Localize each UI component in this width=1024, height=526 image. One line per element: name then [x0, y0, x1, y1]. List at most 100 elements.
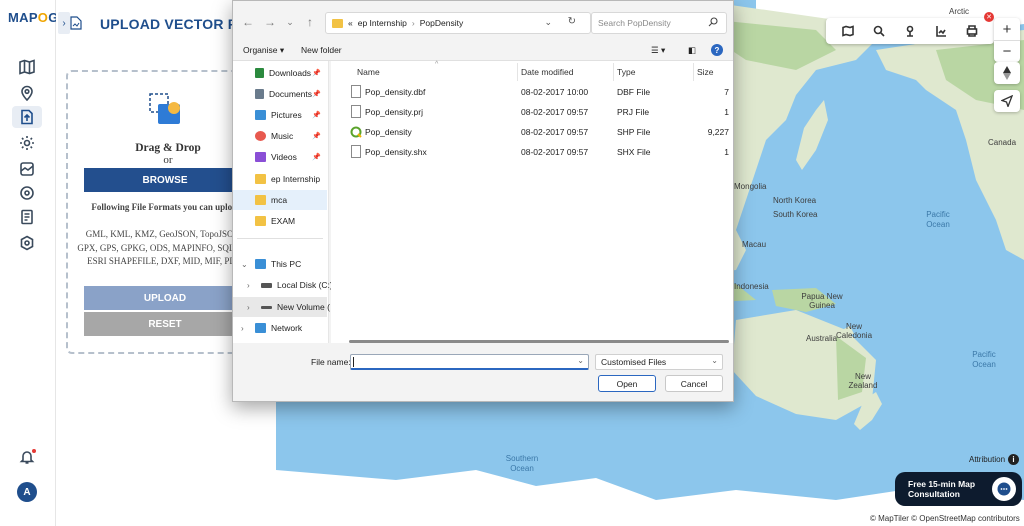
file-type: DBF File: [617, 87, 651, 97]
address-dropdown-icon[interactable]: ⌄: [544, 17, 552, 28]
breadcrumb-item-ep-internship[interactable]: ep Internship: [358, 18, 407, 28]
nav-item-downloads[interactable]: Downloads 📌: [233, 63, 327, 83]
nav-item-exam[interactable]: EXAM: [233, 211, 327, 231]
column-divider[interactable]: [693, 63, 694, 81]
view-options-icon[interactable]: ☰ ▾: [651, 45, 665, 56]
file-name-input[interactable]: ⌄: [350, 354, 589, 370]
search-input[interactable]: Search PopDensity: [591, 12, 727, 34]
compass-icon[interactable]: [994, 62, 1020, 84]
column-header-size[interactable]: Size: [697, 67, 714, 77]
horizontal-scrollbar[interactable]: [349, 340, 729, 343]
nav-item-videos[interactable]: Videos 📌: [233, 147, 327, 167]
drop-zone[interactable]: Drag & Drop or BROWSE Following File For…: [66, 70, 244, 354]
recent-chevron-icon[interactable]: ⌄: [283, 15, 297, 29]
file-open-dialog: ← → ⌄ ↑ « ep Internship › PopDensity ⌄ ↻…: [232, 0, 734, 402]
toolbar-close-icon[interactable]: ✕: [984, 12, 994, 22]
preview-pane-icon[interactable]: ◧: [688, 45, 696, 56]
browse-button[interactable]: BROWSE: [84, 168, 242, 192]
pin-icon: 📌: [312, 91, 321, 98]
file-type-select[interactable]: Customised Files ⌄: [595, 354, 723, 370]
file-row[interactable]: Pop_density.prj 08-02-2017 09:57 PRJ Fil…: [331, 102, 731, 122]
column-header-date[interactable]: Date modified: [521, 67, 573, 77]
nav-item-local-disk[interactable]: › Local Disk (C:): [233, 275, 333, 295]
nav-item-documents[interactable]: Documents 📌: [233, 84, 327, 104]
refresh-icon[interactable]: ↻: [568, 16, 576, 27]
reset-button[interactable]: RESET: [84, 312, 242, 336]
user-avatar[interactable]: A: [17, 482, 37, 502]
collapse-chevron-icon[interactable]: ›: [247, 281, 250, 290]
file-row[interactable]: Pop_density.dbf 08-02-2017 10:00 DBF Fil…: [331, 82, 731, 102]
back-arrow-icon[interactable]: ←: [241, 15, 255, 29]
nav-item-mca[interactable]: mca: [233, 190, 327, 210]
address-bar[interactable]: « ep Internship › PopDensity ⌄ ↻: [325, 12, 591, 34]
zoom-out-button[interactable]: −: [994, 40, 1020, 62]
notification-bell-icon[interactable]: [12, 446, 42, 468]
map-view-icon[interactable]: [840, 23, 856, 39]
file-row[interactable]: Pop_density.shx 08-02-2017 09:57 SHX Fil…: [331, 142, 731, 162]
column-divider[interactable]: [517, 63, 518, 81]
map-label-arctic: Arctic: [949, 7, 969, 16]
column-header-name[interactable]: Name: [357, 67, 380, 77]
search-icon[interactable]: [871, 23, 887, 39]
attribution-toggle[interactable]: Attribution i: [969, 454, 1020, 465]
zoom-in-button[interactable]: +: [994, 18, 1020, 40]
file-icon: [351, 105, 361, 118]
open-button[interactable]: Open: [598, 375, 656, 392]
settings-gear-icon[interactable]: [12, 132, 42, 154]
new-folder-button[interactable]: New folder: [301, 45, 342, 55]
organise-menu[interactable]: Organise ▾: [243, 45, 284, 56]
nav-item-network[interactable]: › Network: [233, 318, 327, 338]
file-row[interactable]: Pop_density 08-02-2017 09:57 SHP File 9,…: [331, 122, 731, 142]
print-icon[interactable]: [964, 23, 980, 39]
tools-icon[interactable]: [12, 182, 42, 204]
marker-icon[interactable]: [902, 23, 918, 39]
report-icon[interactable]: [12, 206, 42, 228]
expand-chevron-icon[interactable]: ⌄: [241, 260, 248, 269]
map-label-macau: Macau: [742, 240, 767, 249]
chevron-down-icon[interactable]: ⌄: [577, 356, 584, 365]
nav-item-new-volume[interactable]: › New Volume (: [233, 297, 330, 317]
nav-item-music[interactable]: Music 📌: [233, 126, 327, 146]
upload-file-icon[interactable]: [12, 106, 42, 128]
file-name: Pop_density.shx: [365, 147, 427, 157]
app-sidebar: MAPOG A: [0, 0, 59, 526]
or-label: or: [163, 154, 173, 166]
consultation-button[interactable]: Free 15-min Map Consultation: [895, 472, 1022, 506]
measure-icon[interactable]: [933, 23, 949, 39]
file-date: 08-02-2017 10:00: [521, 87, 589, 97]
search-icon: [708, 17, 718, 27]
map-icon[interactable]: [12, 56, 42, 78]
file-name-label: File name:: [311, 357, 351, 367]
collapse-chevron-icon[interactable]: ›: [247, 303, 250, 312]
map-copyright[interactable]: © MapTiler © OpenStreetMap contributors: [868, 514, 1022, 523]
analysis-icon[interactable]: [12, 232, 42, 254]
breadcrumb-overflow[interactable]: «: [348, 18, 353, 28]
collapse-chevron-icon[interactable]: ›: [241, 324, 244, 333]
breadcrumb-item-popdensity[interactable]: PopDensity: [420, 18, 463, 28]
map-label-new-zealand: New Zealand: [848, 372, 878, 390]
drive-icon: [261, 305, 272, 309]
location-pin-icon[interactable]: [12, 82, 42, 104]
up-arrow-icon[interactable]: ↑: [303, 15, 317, 29]
file-type-value: Customised Files: [601, 357, 667, 367]
file-name: Pop_density: [365, 127, 412, 137]
forward-arrow-icon[interactable]: →: [263, 15, 277, 29]
map-label-north-korea: North Korea: [773, 196, 817, 205]
nav-item-ep-internship[interactable]: ep Internship: [233, 169, 327, 189]
help-icon[interactable]: ?: [711, 44, 723, 56]
network-icon: [255, 323, 266, 333]
nav-item-pictures[interactable]: Pictures 📌: [233, 105, 327, 125]
collapse-panel-button[interactable]: ›: [58, 12, 70, 34]
file-icon: [351, 145, 361, 158]
upload-button[interactable]: UPLOAD: [84, 286, 242, 310]
locate-me-icon[interactable]: [994, 90, 1020, 112]
column-header-type[interactable]: Type: [617, 67, 635, 77]
nav-item-this-pc[interactable]: ⌄ This PC: [233, 254, 327, 274]
videos-icon: [255, 152, 266, 162]
cancel-button[interactable]: Cancel: [665, 375, 723, 392]
download-icon: [255, 68, 264, 78]
map-label-mongolia: Mongolia: [734, 182, 767, 191]
mapog-logo[interactable]: MAPOG: [8, 10, 59, 25]
column-divider[interactable]: [613, 63, 614, 81]
layers-map-icon[interactable]: [12, 158, 42, 180]
